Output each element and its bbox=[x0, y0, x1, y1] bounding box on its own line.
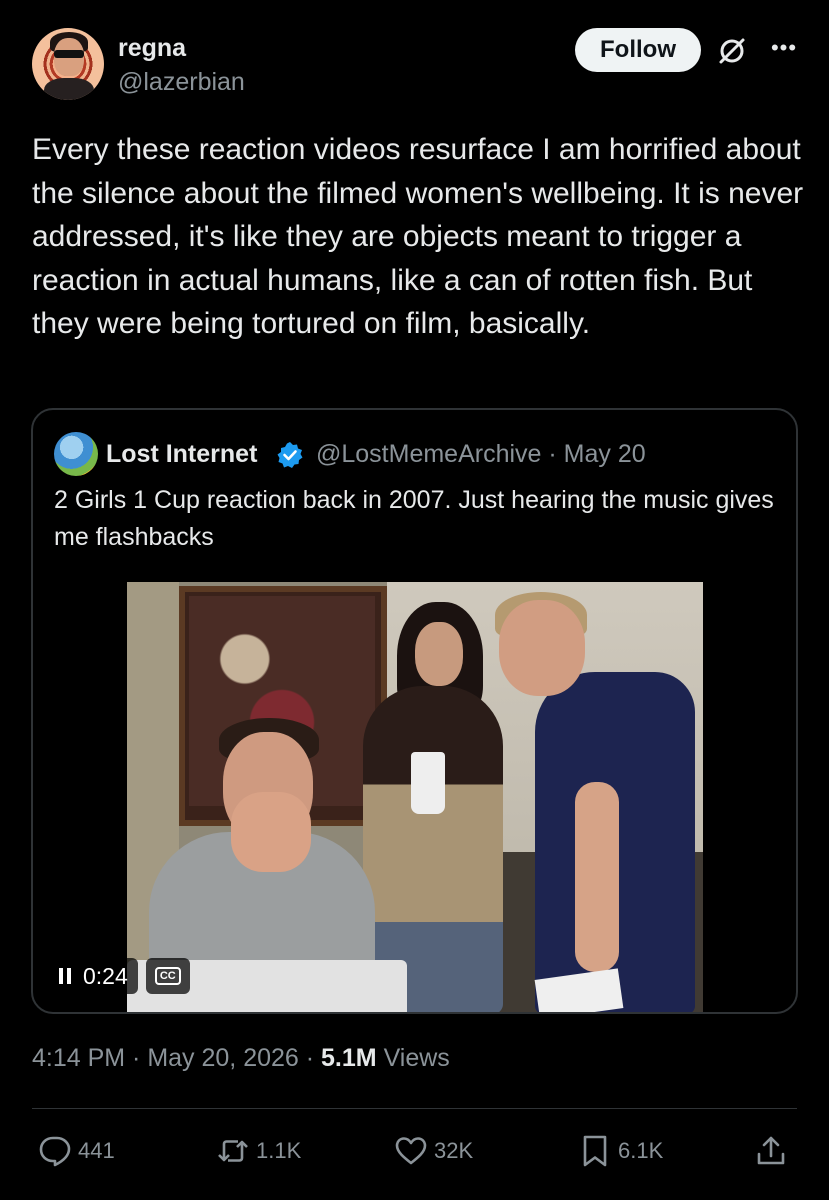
tweet-time-date[interactable]: 4:14 PM · May 20, 2026 · bbox=[32, 1044, 321, 1072]
reply-count: 441 bbox=[78, 1138, 115, 1163]
bookmark-button[interactable]: 6.1K bbox=[578, 1134, 663, 1168]
author-name[interactable]: regna bbox=[118, 34, 186, 63]
reply-icon bbox=[39, 1136, 71, 1167]
tweet-text: Every these reaction videos resurface I … bbox=[32, 133, 804, 340]
views-count: 5.1M bbox=[321, 1044, 377, 1072]
quoted-tweet[interactable]: Lost Internet @LostMemeArchive · May 20 … bbox=[31, 408, 798, 1014]
tweet-timestamp: 4:14 PM · May 20, 2026 · 5.1M Views bbox=[32, 1044, 450, 1073]
follow-button[interactable]: Follow bbox=[575, 28, 701, 72]
captions-button[interactable]: CC bbox=[145, 958, 190, 994]
quoted-tweet-text: 2 Girls 1 Cup reaction back in 2007. Jus… bbox=[54, 486, 774, 551]
views-label: Views bbox=[376, 1044, 450, 1072]
share-icon bbox=[757, 1136, 785, 1165]
pause-button[interactable]: 0:24 bbox=[49, 958, 138, 994]
repost-button[interactable]: 1.1K bbox=[216, 1134, 301, 1168]
like-count: 32K bbox=[434, 1138, 474, 1163]
quoted-handle-date: @LostMemeArchive · May 20 bbox=[316, 440, 646, 468]
tweet-header: regna @lazerbian Follow ••• bbox=[32, 28, 801, 100]
video-player[interactable] bbox=[127, 582, 703, 1012]
quoted-author-avatar[interactable] bbox=[54, 432, 98, 476]
repost-icon bbox=[218, 1140, 248, 1162]
more-icon[interactable]: ••• bbox=[767, 37, 801, 62]
reply-button[interactable]: 441 bbox=[38, 1134, 115, 1168]
captions-icon: CC bbox=[154, 967, 181, 985]
verified-badge-icon bbox=[277, 442, 303, 468]
share-button[interactable] bbox=[754, 1134, 788, 1168]
bookmark-icon bbox=[583, 1135, 607, 1167]
grok-icon[interactable] bbox=[717, 36, 747, 66]
like-button[interactable]: 32K bbox=[394, 1134, 473, 1168]
author-handle[interactable]: @lazerbian bbox=[118, 68, 245, 97]
quoted-author-name[interactable]: Lost Internet bbox=[106, 440, 257, 469]
heart-icon bbox=[395, 1137, 427, 1165]
author-avatar[interactable] bbox=[32, 28, 104, 100]
divider bbox=[32, 1108, 797, 1109]
video-time: 0:24 bbox=[83, 962, 128, 989]
video-controls: 0:24 CC bbox=[49, 958, 190, 994]
action-bar: 441 1.1K 32K 6.1K bbox=[38, 1134, 792, 1174]
repost-count: 1.1K bbox=[256, 1138, 302, 1163]
bookmark-count: 6.1K bbox=[618, 1138, 664, 1163]
pause-icon bbox=[59, 968, 73, 984]
